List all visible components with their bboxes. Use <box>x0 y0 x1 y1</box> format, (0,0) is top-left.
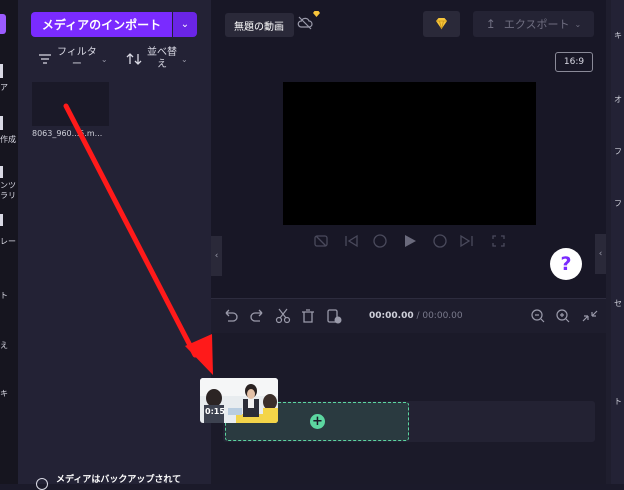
properties-tab-label[interactable]: ト <box>614 396 622 407</box>
fit-timeline-icon[interactable] <box>582 310 598 322</box>
rail-label: え <box>0 341 8 350</box>
redo-icon[interactable] <box>250 309 263 322</box>
rail-label: ト <box>0 291 8 300</box>
rail-label: キ <box>0 389 8 398</box>
templates-nav-icon[interactable] <box>0 214 3 226</box>
skip-forward-icon[interactable] <box>460 234 473 248</box>
rail-label: ラリ <box>0 191 16 200</box>
media-panel <box>18 0 211 484</box>
media-file-name: 8063_960...5.m... <box>32 129 103 138</box>
rail-label: 作成 <box>0 135 16 144</box>
timeline-tools <box>225 308 342 324</box>
chevron-down-icon: ⌄ <box>574 19 582 29</box>
import-media-button[interactable]: メディアのインポート <box>31 12 172 37</box>
trash-icon[interactable] <box>302 309 314 323</box>
upgrade-button[interactable] <box>423 11 460 37</box>
export-label: エクスポート <box>503 18 570 31</box>
collapse-left-panel-toggle[interactable]: ‹ <box>211 236 222 276</box>
record-nav-icon[interactable] <box>0 116 3 130</box>
filter-icon <box>39 54 51 64</box>
properties-tab-label[interactable]: オ <box>614 94 622 105</box>
zoom-controls <box>531 309 598 323</box>
chevron-left-icon: ‹ <box>214 251 219 261</box>
playback-controls <box>314 234 505 248</box>
captions-icon[interactable] <box>314 235 328 247</box>
media-thumbnail[interactable] <box>32 82 109 126</box>
backup-notice: メディアはバックアップされて <box>56 475 182 485</box>
scissors-icon[interactable] <box>275 308 291 324</box>
chevron-left-icon: ‹ <box>598 249 603 259</box>
import-options-chevron-icon[interactable]: ⌄ <box>173 12 197 37</box>
timecode-total: 00:00.00 <box>422 311 463 321</box>
rail-label: レー <box>0 237 16 246</box>
properties-panel-inner <box>611 0 624 484</box>
timecode-current: 00:00.00 <box>369 311 414 321</box>
upload-icon: ↥ <box>485 17 496 31</box>
app-logo-icon[interactable] <box>0 14 6 34</box>
skip-back-icon[interactable] <box>345 234 358 248</box>
help-button[interactable]: ? <box>550 248 582 280</box>
export-button[interactable]: ↥ エクスポート ⌄ <box>473 11 594 37</box>
clip-duration-label: 0:15 <box>205 407 225 416</box>
premium-diamond-icon <box>313 11 320 17</box>
dragged-clip-thumbnail[interactable] <box>200 378 278 423</box>
video-preview-canvas <box>283 82 536 225</box>
forward-5-icon[interactable] <box>433 234 447 248</box>
rail-label: ア <box>0 83 8 92</box>
collapse-right-panel-toggle[interactable]: ‹ <box>595 234 606 274</box>
sort-button[interactable]: 並べ替 え ⌄ <box>126 46 198 72</box>
properties-tab-label[interactable]: セ <box>614 298 622 309</box>
media-nav-icon[interactable] <box>0 64 3 78</box>
properties-tab-label[interactable]: フ <box>614 146 622 157</box>
play-icon[interactable] <box>405 235 416 247</box>
fullscreen-icon[interactable] <box>492 235 505 247</box>
filter-label: フィルタ ー <box>57 47 97 70</box>
properties-tab-label[interactable]: キ <box>614 30 622 41</box>
timecode-display: 00:00.00 / 00:00.00 <box>369 311 463 321</box>
sort-arrows-icon <box>126 53 142 65</box>
properties-tab-label[interactable]: フ <box>614 198 622 209</box>
filter-button[interactable]: フィルタ ー ⌄ <box>38 46 114 72</box>
clip-frame-image <box>200 378 278 423</box>
aspect-ratio-button[interactable]: 16:9 <box>555 52 593 72</box>
project-title-input[interactable]: 無題の動画 <box>225 13 294 37</box>
zoom-in-icon[interactable] <box>556 309 570 323</box>
left-nav-rail: ア作成 ンツ ラリ レートえキ <box>0 0 18 484</box>
rewind-5-icon[interactable] <box>373 234 387 248</box>
undo-icon[interactable] <box>225 309 238 322</box>
content-library-icon[interactable] <box>0 166 3 178</box>
premium-diamond-icon <box>436 18 447 30</box>
add-media-icon[interactable] <box>327 309 342 324</box>
sort-label: 並べ替 え <box>147 47 177 70</box>
add-clip-plus-icon: + <box>310 414 325 429</box>
chevron-down-icon: ⌄ <box>181 54 188 64</box>
zoom-out-icon[interactable] <box>531 309 545 323</box>
backup-info-icon <box>36 478 48 490</box>
cloud-offline-icon[interactable] <box>297 16 313 30</box>
chevron-down-icon: ⌄ <box>100 54 108 64</box>
